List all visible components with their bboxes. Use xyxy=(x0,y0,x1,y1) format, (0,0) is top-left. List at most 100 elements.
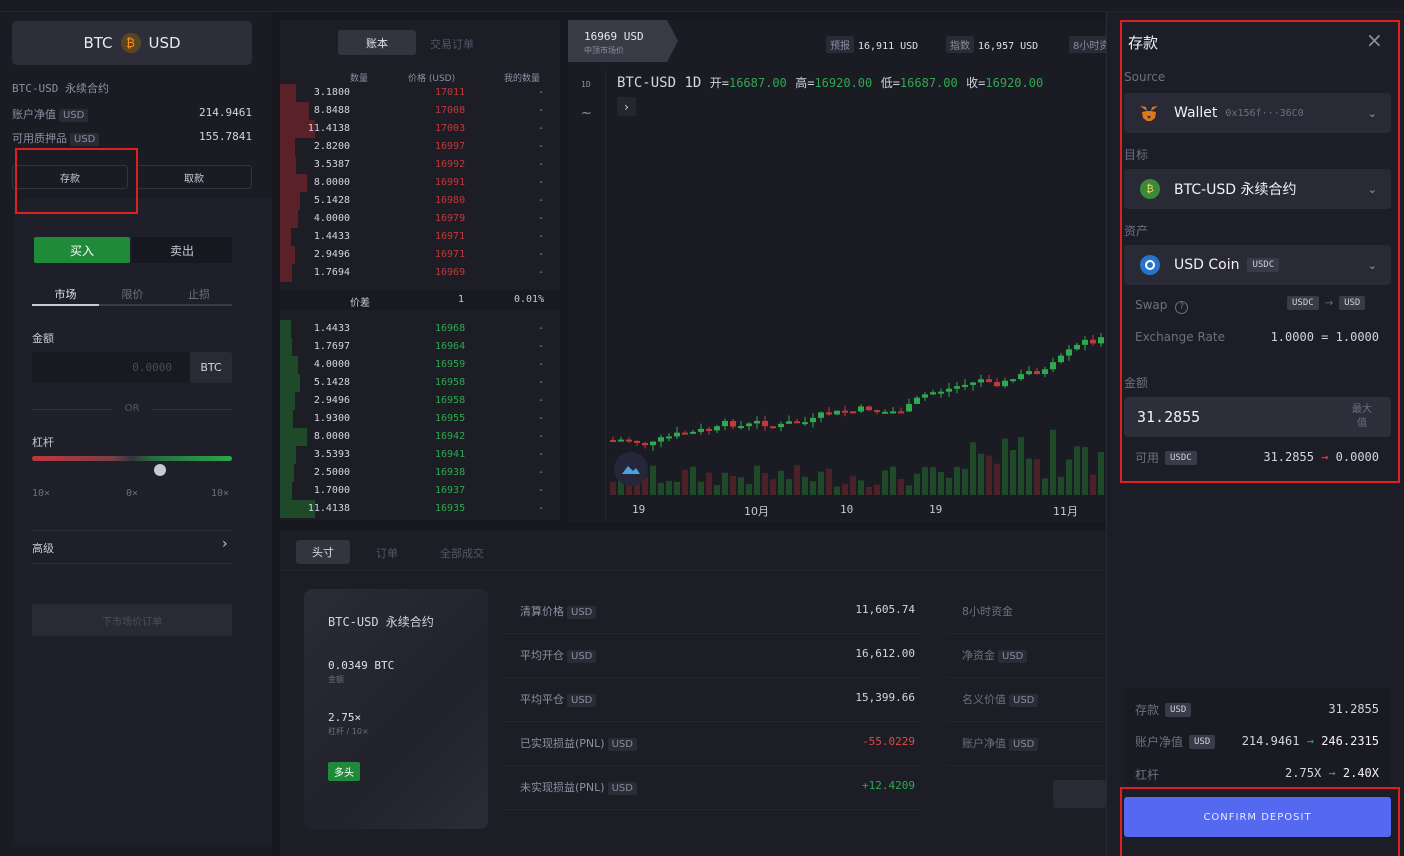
ask-row[interactable]: 2.9496 16971 - xyxy=(280,246,560,264)
deposit-amount-value: 31.2855 xyxy=(1137,408,1201,426)
order-type-limit[interactable]: 限价 xyxy=(99,286,166,302)
bid-mine: - xyxy=(538,431,545,442)
volume-bar xyxy=(754,465,760,495)
index-value: 16,957 USD xyxy=(978,41,1039,52)
bid-row[interactable]: 3.5393 16941 - xyxy=(280,446,560,464)
sell-tab[interactable]: 卖出 xyxy=(132,237,232,263)
amount-input[interactable]: 0.0000 xyxy=(32,352,190,383)
equity-to: 246.2315 xyxy=(1321,734,1379,748)
positions-panel: 头寸 订单 全部成交 BTC-USD 永续合约 0.0349 BTC 金额 2.… xyxy=(280,530,1106,856)
bid-mine: - xyxy=(538,341,545,352)
ask-size: 2.8200 xyxy=(313,141,350,152)
candlestick-canvas[interactable] xyxy=(606,120,1106,500)
advanced-label[interactable]: 高级 xyxy=(32,540,54,556)
confirm-deposit-button[interactable]: CONFIRM DEPOSIT xyxy=(1124,797,1391,837)
high-label: 高= xyxy=(795,76,815,90)
leverage-slider-handle[interactable] xyxy=(154,464,166,476)
bid-mine: - xyxy=(538,503,545,514)
candle-body xyxy=(730,420,736,427)
close-position-button[interactable] xyxy=(1053,780,1106,808)
wallet-address: 0x156f···36C0 xyxy=(1225,107,1304,119)
chevron-right-icon[interactable]: › xyxy=(222,536,228,552)
bid-row[interactable]: 2.5000 16938 - xyxy=(280,464,560,482)
ask-row[interactable]: 11.4138 17003 - xyxy=(280,120,560,138)
spread-percent: 0.01% xyxy=(514,294,545,305)
close-icon[interactable]: × xyxy=(1366,28,1383,52)
tab-positions[interactable]: 头寸 xyxy=(296,540,350,564)
position-card[interactable]: BTC-USD 永续合约 0.0349 BTC 金额 2.75× 杠杆 / 10… xyxy=(304,589,488,829)
ask-row[interactable]: 8.0000 16991 - xyxy=(280,174,560,192)
bid-row[interactable]: 1.4433 16968 - xyxy=(280,320,560,338)
order-type-stop[interactable]: 止损 xyxy=(166,286,232,302)
tab-orderbook[interactable]: 账本 xyxy=(338,30,416,55)
candle-body xyxy=(922,394,928,398)
ask-row[interactable]: 1.7694 16969 - xyxy=(280,264,560,282)
bid-row[interactable]: 4.0000 16959 - xyxy=(280,356,560,374)
order-book: 账本 交易订单 数量 价格 (USD) 我的数量 3.1800 17011-8.8… xyxy=(280,20,560,520)
tab-orders[interactable]: 订单 xyxy=(376,545,398,561)
bid-size: 1.7000 xyxy=(313,485,350,496)
withdraw-button[interactable]: 取款 xyxy=(136,165,252,189)
place-order-button[interactable]: 下市场价订单 xyxy=(32,604,232,636)
bid-row[interactable]: 8.0000 16942 - xyxy=(280,428,560,446)
candle-body xyxy=(1090,339,1096,344)
bid-row[interactable]: 1.7697 16964 - xyxy=(280,338,560,356)
bid-row[interactable]: 1.7000 16937 - xyxy=(280,482,560,500)
ask-price: 16980 xyxy=(435,195,466,206)
asset-selector[interactable]: USD Coin USDC ⌄ xyxy=(1124,245,1391,285)
extra-label-text: 8小时资金 xyxy=(962,605,1013,618)
ask-row[interactable]: 8.8488 17008 - xyxy=(280,102,560,120)
max-button[interactable]: 最大值 xyxy=(1349,403,1375,431)
bid-row[interactable]: 5.1428 16958 - xyxy=(280,374,560,392)
candle-body xyxy=(890,411,896,414)
candle-body xyxy=(618,439,624,442)
ask-row[interactable]: 3.5387 16992 - xyxy=(280,156,560,174)
ask-row[interactable]: 2.8200 16997 - xyxy=(280,138,560,156)
bid-row[interactable]: 2.9496 16958 - xyxy=(280,392,560,410)
volume-bar xyxy=(706,472,712,495)
target-selector[interactable]: ₿ BTC-USD 永续合约 ⌄ xyxy=(1124,169,1391,209)
ask-row[interactable]: 3.1800 17011 - xyxy=(280,84,560,102)
leverage-to: 2.40X xyxy=(1342,766,1379,780)
deposit-amount-input[interactable]: 31.2855 最大值 xyxy=(1124,397,1391,437)
funding-label: 8小时资 xyxy=(1069,36,1106,53)
ask-row[interactable]: 1.4433 16971 - xyxy=(280,228,560,246)
candle-body xyxy=(1010,379,1016,382)
detail-value: 16,612.00 xyxy=(855,647,915,660)
bid-row[interactable]: 1.9300 16955 - xyxy=(280,410,560,428)
advanced-divider-top xyxy=(32,530,232,531)
equity-unit: USD xyxy=(59,109,89,122)
source-selector[interactable]: Wallet 0x156f···36C0 ⌄ xyxy=(1124,93,1391,133)
oracle-label: 预报 xyxy=(826,36,854,53)
volume-bar xyxy=(666,480,672,495)
volume-bar xyxy=(682,469,688,495)
tabs-divider xyxy=(280,570,1106,571)
col-mine: 我的数量 xyxy=(504,74,541,84)
tab-trades[interactable]: 交易订单 xyxy=(430,36,474,52)
help-icon[interactable]: ? xyxy=(1175,301,1189,314)
open-label: 开= xyxy=(709,76,729,90)
top-strip xyxy=(0,0,1404,12)
order-type-market[interactable]: 市场 xyxy=(32,286,99,302)
buy-tab[interactable]: 买入 xyxy=(34,237,130,263)
bid-row[interactable]: 11.4138 16935 - xyxy=(280,500,560,518)
deposit-button[interactable]: 存款 xyxy=(12,165,128,189)
ask-row[interactable]: 4.0000 16979 - xyxy=(280,210,560,228)
ask-row[interactable]: 5.1428 16980 - xyxy=(280,192,560,210)
detail-unit: USD xyxy=(607,782,637,795)
position-size-label: 金额 xyxy=(328,675,344,684)
volume-bar xyxy=(1066,459,1072,495)
expand-legend-button[interactable]: › xyxy=(617,97,636,116)
tab-fills[interactable]: 全部成交 xyxy=(440,545,484,561)
volume-bar xyxy=(842,483,848,495)
leverage-slider[interactable] xyxy=(32,456,232,461)
indicator-icon[interactable]: ~ xyxy=(581,106,592,121)
rate-to: 1.0000 xyxy=(1335,330,1379,344)
market-selector[interactable]: BTC ₿ USD xyxy=(12,21,252,65)
amount-unit-selector[interactable]: BTC xyxy=(190,352,232,383)
volume-bar xyxy=(890,466,896,495)
bid-size: 3.5393 xyxy=(313,449,350,460)
volume-bar xyxy=(722,472,728,495)
candle-body xyxy=(778,423,784,428)
interval-button[interactable]: 1D xyxy=(581,80,591,89)
